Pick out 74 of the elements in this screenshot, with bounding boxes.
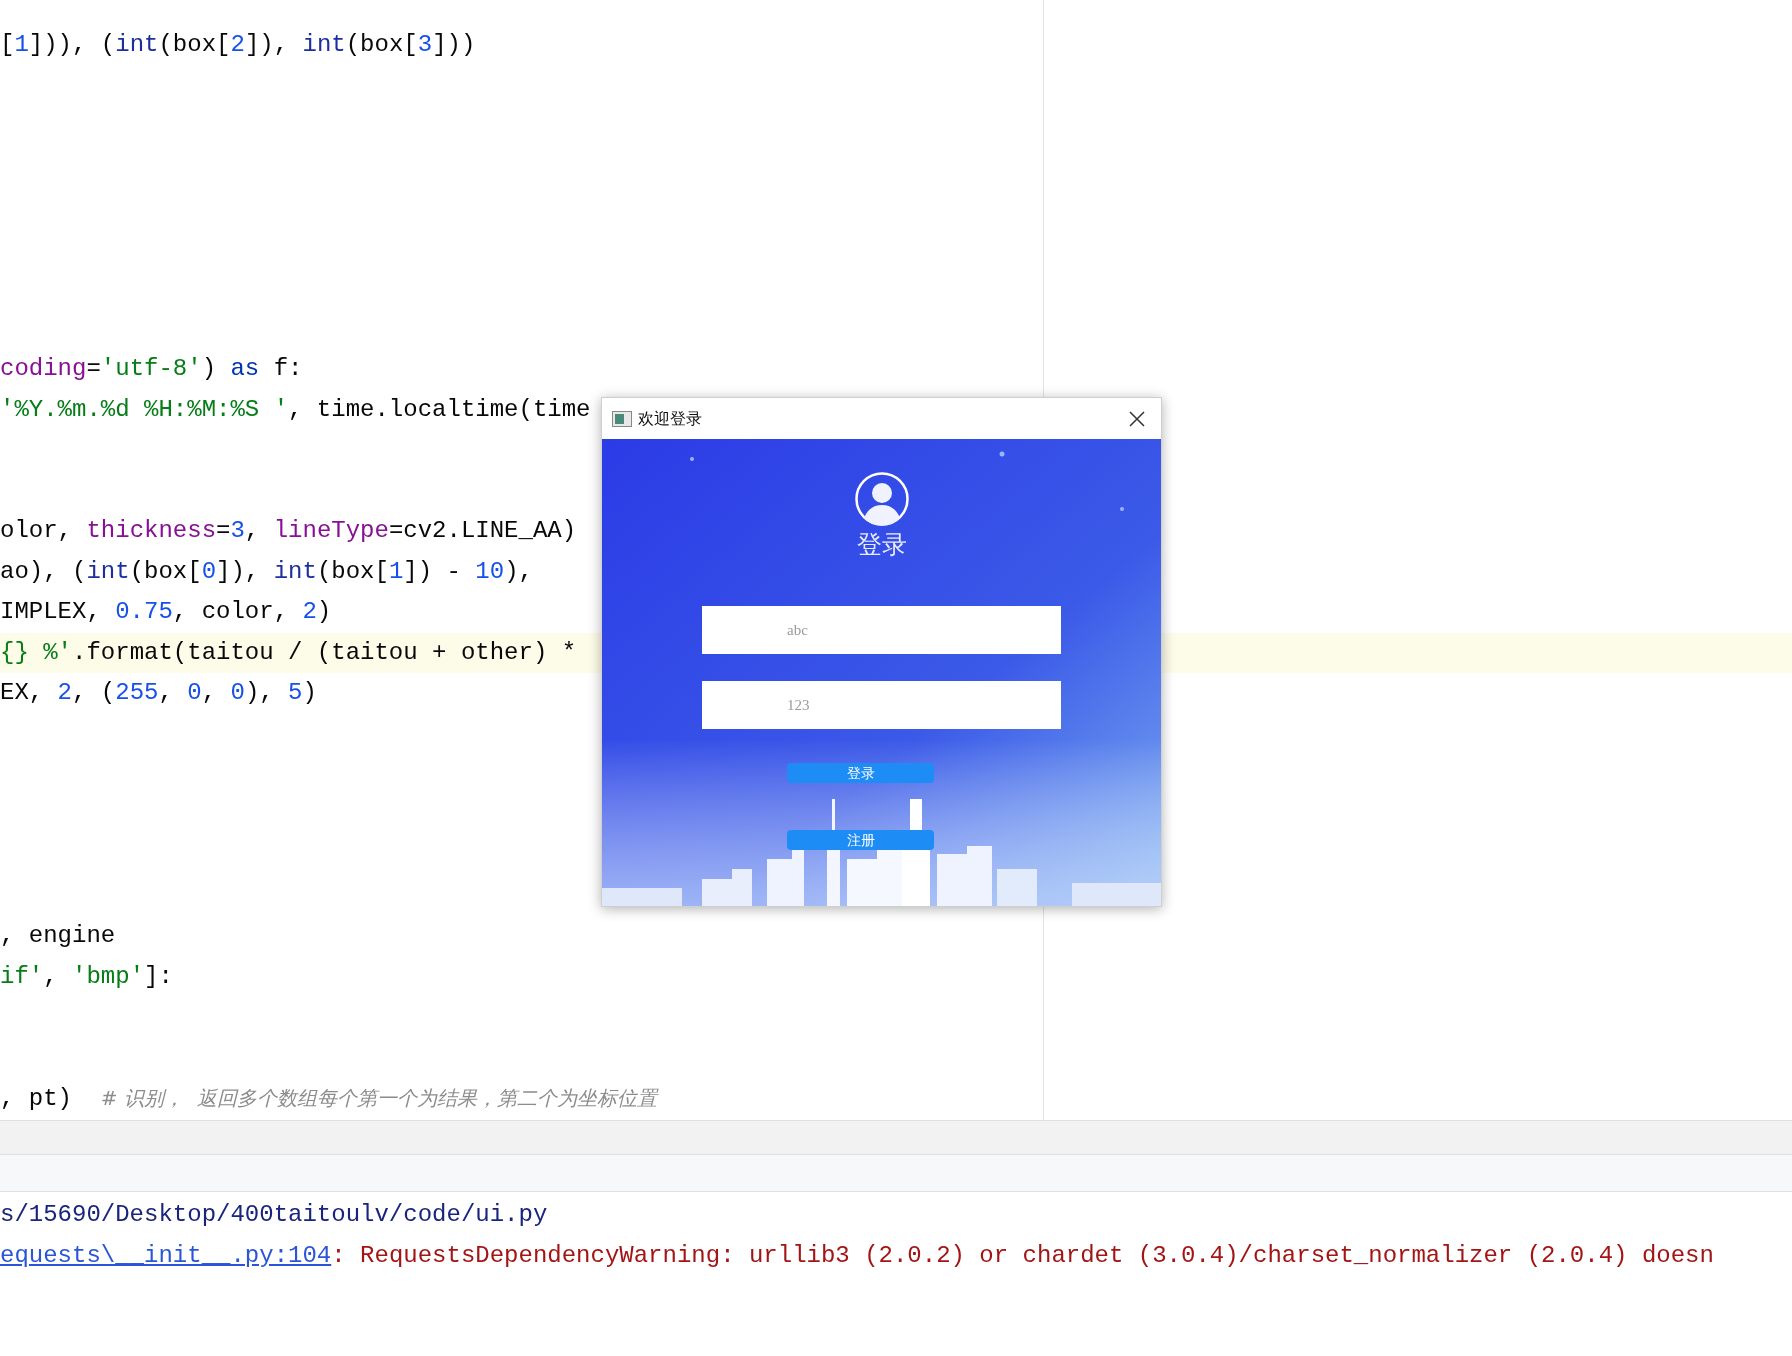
code-text: 0 <box>187 679 202 706</box>
code-text: IMPLEX, <box>0 598 102 625</box>
register-button[interactable]: 注册 <box>787 830 934 850</box>
code-text: 10 <box>475 557 505 585</box>
code-text: , color, <box>172 598 290 625</box>
console-text: s/15690/Desktop/400taitoulv/code/ui.py <box>0 1201 548 1228</box>
code-text: 2 <box>302 598 317 625</box>
code-text: 2 <box>230 31 245 58</box>
code-text: 1 <box>388 557 404 585</box>
code-text: coding <box>0 355 87 382</box>
code-text: 'utf-8' <box>100 355 202 382</box>
code-text: ) <box>201 355 218 382</box>
code-text: = <box>86 355 101 382</box>
code-text: 3 <box>230 517 245 544</box>
code-text: lineType <box>273 517 389 544</box>
code-text: (box[ <box>129 557 202 585</box>
code-text: , time.localtime(time <box>288 395 591 423</box>
code-text: thickness <box>86 517 217 544</box>
code-text: 0.75 <box>115 598 173 625</box>
window-title: 欢迎登录 <box>638 407 702 430</box>
code-text: , <box>43 962 59 990</box>
file-link[interactable]: equests\__init__.py:104 <box>0 1241 332 1269</box>
code-text: , pt) <box>0 1085 73 1112</box>
code-text: 5 <box>288 679 303 706</box>
code-text: 1 <box>14 31 29 58</box>
code-text: ]), <box>216 557 261 585</box>
code-text: ), <box>504 557 533 585</box>
code-text: 0 <box>230 679 245 706</box>
code-text: int <box>302 31 346 58</box>
code-text: ao), ( <box>0 557 87 585</box>
code-text: ]: <box>144 962 173 990</box>
code-text: 255 <box>115 679 159 706</box>
code-text: '%Y.%m.%d %H:%M:%S ' <box>0 395 289 423</box>
code-text: 2 <box>57 679 72 706</box>
code-text: ]), <box>244 31 290 58</box>
code-text: ) <box>316 598 332 625</box>
code-text: if' <box>0 962 44 990</box>
code-text: , <box>244 517 261 544</box>
code-text: f: <box>272 355 303 382</box>
code-text: 0 <box>201 557 217 585</box>
code-text: .format(taitou / (taitou + other) * <box>72 638 577 666</box>
code-text: # 识别， 返回多个数组每个第一个为结果，第二个为坐标位置 <box>100 1086 657 1110</box>
code-text: (box[ <box>345 31 418 58</box>
code-text: as <box>230 355 260 382</box>
password-field[interactable]: 123 <box>702 681 1061 729</box>
code-text: int <box>115 31 159 58</box>
code-text: int <box>86 557 130 585</box>
username-field[interactable]: abc <box>702 606 1061 654</box>
code-text: 3 <box>417 31 433 58</box>
avatar-icon <box>854 472 909 526</box>
window-icon <box>612 410 632 427</box>
code-text: {} %' <box>0 638 72 666</box>
code-text: ), <box>244 679 275 706</box>
close-icon <box>1128 409 1146 428</box>
code-text: ]) - <box>403 557 462 585</box>
code-text: (box[ <box>158 31 231 58</box>
code-text: , engine <box>0 922 116 949</box>
console-text: : RequestsDependencyWarning: urllib3 (2.0.2) or chardet (3.0.4)/charset_normalizer (2.0.4) doesn <box>331 1241 1714 1269</box>
code-text: , ( <box>72 679 116 706</box>
code-text: ])), ( <box>28 31 116 58</box>
code-text: ) <box>302 679 317 706</box>
login-heading: 登录 <box>856 530 907 560</box>
code-text: EX, <box>0 679 45 706</box>
code-text: , <box>201 679 218 706</box>
code-text: , <box>158 679 174 706</box>
code-text: int <box>273 557 317 585</box>
code-text: olor, <box>0 517 73 544</box>
code-text: [ <box>0 31 15 58</box>
code-text: = <box>216 517 231 544</box>
code-text: ])) <box>432 31 476 58</box>
code-text: 'bmp' <box>72 962 145 990</box>
login-button[interactable]: 登录 <box>787 763 934 783</box>
code-text: =cv2.LINE_AA) <box>388 517 577 544</box>
code-text: (box[ <box>316 557 389 585</box>
